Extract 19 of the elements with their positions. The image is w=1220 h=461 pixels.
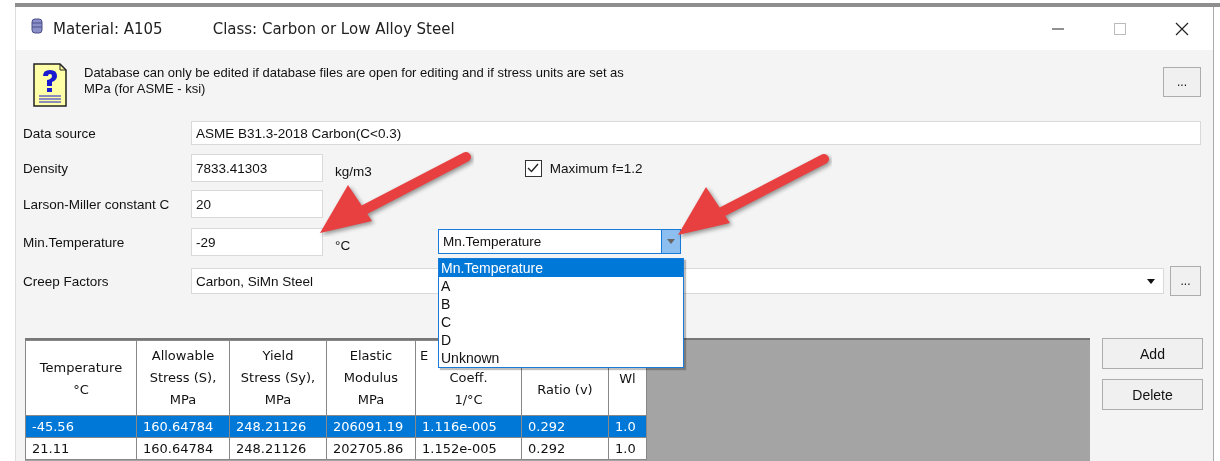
table-cell: -45.56 <box>25 415 137 438</box>
checkbox-label: Maximum f=1.2 <box>549 160 643 176</box>
window-title: Material: A105 <box>53 19 163 38</box>
field-label: Min.Temperature <box>23 234 126 250</box>
field-label: Larson-Miller constant C <box>23 196 171 212</box>
unit-label: °C <box>335 237 351 253</box>
table-cell: 1.152e-005 <box>415 437 522 460</box>
field-label: Creep Factors <box>23 273 110 289</box>
window-subtitle: Class: Carbon or Low Alloy Steel <box>212 19 455 38</box>
unit-label: kg/m3 <box>335 163 372 179</box>
info-message: Database can only be edited if database files are open for editing and if stress units are set as MPa (for ASME - ksi) <box>84 65 624 97</box>
table-cell: 0.292 <box>521 437 609 460</box>
table-cell: 21.11 <box>25 437 137 460</box>
field-label: Density <box>23 160 69 176</box>
table-cell: 248.21126 <box>229 437 327 460</box>
field-label: Data source <box>23 125 97 141</box>
table-cell: 160.64784 <box>136 437 230 460</box>
table-cell: 202705.86 <box>326 437 416 460</box>
table-cell: 1.0 <box>608 437 647 460</box>
